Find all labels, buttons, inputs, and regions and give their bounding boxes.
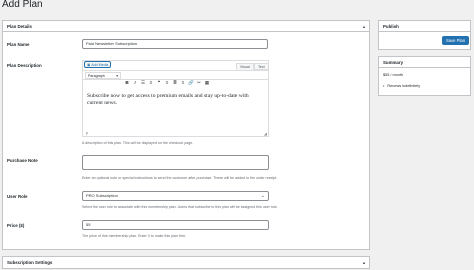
user-role-help: Select the user role to associate with t… (82, 205, 278, 209)
align-right-icon[interactable]: ≡ (179, 78, 187, 88)
link-icon[interactable]: 🔗 (187, 78, 195, 88)
numbered-list-icon[interactable]: ≡ (147, 78, 155, 88)
align-left-icon[interactable]: ≡ (163, 78, 171, 88)
align-center-icon[interactable]: ≣ (171, 78, 179, 88)
media-icon: ▣ (87, 63, 91, 67)
bullet-list-icon[interactable]: ☰ (139, 78, 147, 88)
blockquote-icon[interactable]: ❝ (155, 78, 163, 88)
user-role-select[interactable]: PRO Subscription ⌄ (82, 191, 269, 201)
description-editor: ▣ Add Media Visual Text Paragraph ▾ B I ☰ ≡… (82, 60, 269, 137)
collapse-arrow-icon[interactable]: ▲ (362, 21, 366, 32)
editor-toolbar: Paragraph ▾ B I ☰ ≡ ❝ ≡ ≣ ≡ 🔗 ✂ ▦ (83, 70, 268, 85)
resize-handle-icon[interactable]: ◢ (264, 131, 267, 136)
description-help: A description of this plan. This will be… (82, 141, 194, 145)
editor-content[interactable]: Subscribe now to get access to premium e… (87, 93, 263, 107)
price-input[interactable]: 55 (82, 220, 269, 230)
italic-icon[interactable]: I (131, 78, 139, 88)
user-role-value: PRO Subscription (86, 193, 118, 198)
chevron-down-icon: ⌄ (260, 193, 265, 199)
plan-details-panel: Plan Details ▲ Plan Name Paid Newsletter… (2, 20, 370, 250)
summary-renewal: Renews indefinitely (387, 84, 421, 88)
tab-text[interactable]: Text (254, 63, 269, 70)
add-media-button[interactable]: ▣ Add Media (84, 61, 112, 68)
save-plan-button[interactable]: Save Plan (442, 36, 469, 45)
bold-icon[interactable]: B (123, 78, 131, 88)
publish-header: Publish (379, 21, 470, 32)
publish-panel: Publish Save Plan (378, 20, 471, 50)
price-help: The price of this membership plan. Enter… (82, 234, 187, 238)
subscription-settings-heading: Subscription Settings (7, 260, 53, 265)
summary-heading: Summary (383, 60, 404, 65)
plan-name-label: Plan Name (7, 42, 30, 47)
page-title: Add Plan (2, 0, 43, 10)
bullet-icon: • (383, 84, 385, 88)
summary-header: Summary (379, 57, 470, 68)
add-media-label: Add Media (91, 63, 109, 67)
purchase-note-help: Enter an optional note or special instru… (82, 176, 278, 180)
subscription-settings-header[interactable]: Subscription Settings ▲ (3, 257, 369, 268)
summary-panel: Summary $55 / month • Renews indefinitel… (378, 56, 471, 96)
publish-heading: Publish (383, 24, 399, 29)
format-select-value: Paragraph (88, 74, 105, 78)
editor-path: p (86, 131, 88, 135)
collapse-arrow-icon[interactable]: ▲ (362, 257, 366, 268)
plan-description-label: Plan Description (7, 63, 42, 68)
toolbar-toggle-icon[interactable]: ▦ (203, 78, 211, 88)
plan-name-input[interactable]: Paid Newsletter Subscription (82, 39, 268, 49)
unlink-icon[interactable]: ✂ (195, 78, 203, 88)
tab-visual[interactable]: Visual (236, 63, 254, 70)
price-label: Price ($) (7, 223, 25, 228)
chevron-down-icon: ▾ (116, 74, 118, 78)
user-role-label: User Role (7, 194, 28, 199)
summary-renewal-row: • Renews indefinitely (383, 84, 420, 88)
purchase-note-textarea[interactable] (82, 155, 269, 170)
format-select[interactable]: Paragraph ▾ (85, 72, 121, 79)
purchase-note-label: Purchase Note (7, 158, 38, 163)
plan-details-heading: Plan Details (7, 24, 32, 29)
subscription-settings-panel: Subscription Settings ▲ (2, 256, 370, 269)
summary-price: $55 / month (383, 73, 404, 77)
plan-details-header[interactable]: Plan Details ▲ (3, 21, 369, 32)
